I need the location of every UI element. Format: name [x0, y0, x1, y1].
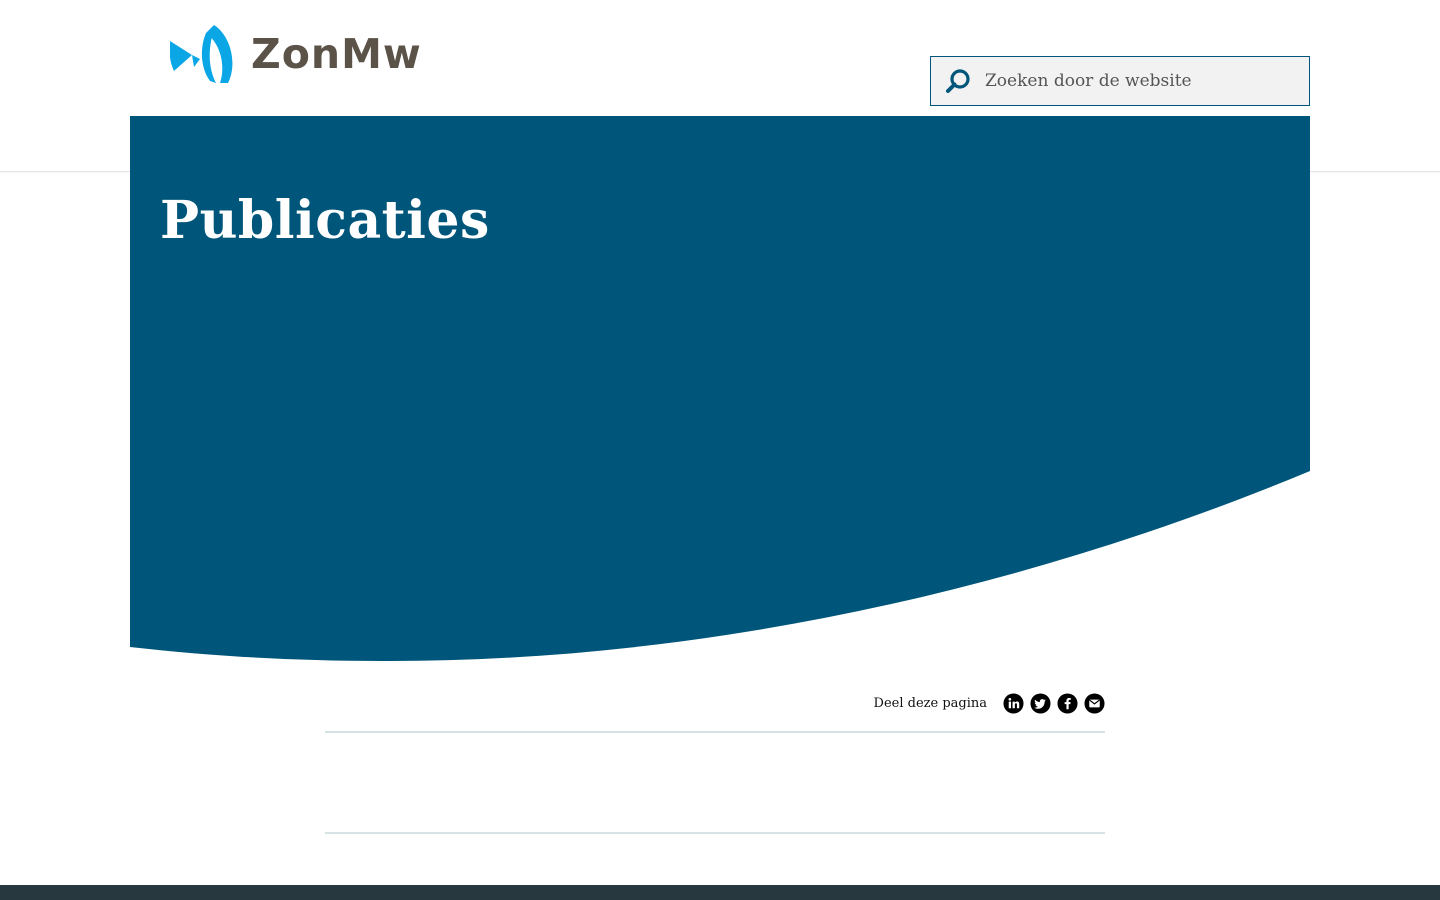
- search-bar: [930, 56, 1310, 106]
- search-icon[interactable]: [931, 57, 985, 105]
- facebook-icon[interactable]: [1057, 692, 1078, 714]
- twitter-icon[interactable]: [1030, 692, 1051, 714]
- zonmw-logo-icon: [170, 25, 233, 83]
- content-divider-top: [325, 731, 1105, 733]
- logo-link[interactable]: ZonMw: [170, 25, 422, 83]
- email-icon[interactable]: [1084, 692, 1105, 714]
- page-title: Publicaties: [160, 190, 490, 251]
- hero-banner: Publicaties: [130, 116, 1310, 666]
- share-label: Deel deze pagina: [873, 695, 987, 711]
- site-footer: [0, 885, 1440, 900]
- linkedin-icon[interactable]: [1003, 692, 1024, 714]
- content-divider-bottom: [325, 832, 1105, 834]
- search-input[interactable]: [985, 58, 1295, 104]
- logo-text: ZonMw: [251, 30, 422, 78]
- share-bar: Deel deze pagina: [325, 690, 1105, 716]
